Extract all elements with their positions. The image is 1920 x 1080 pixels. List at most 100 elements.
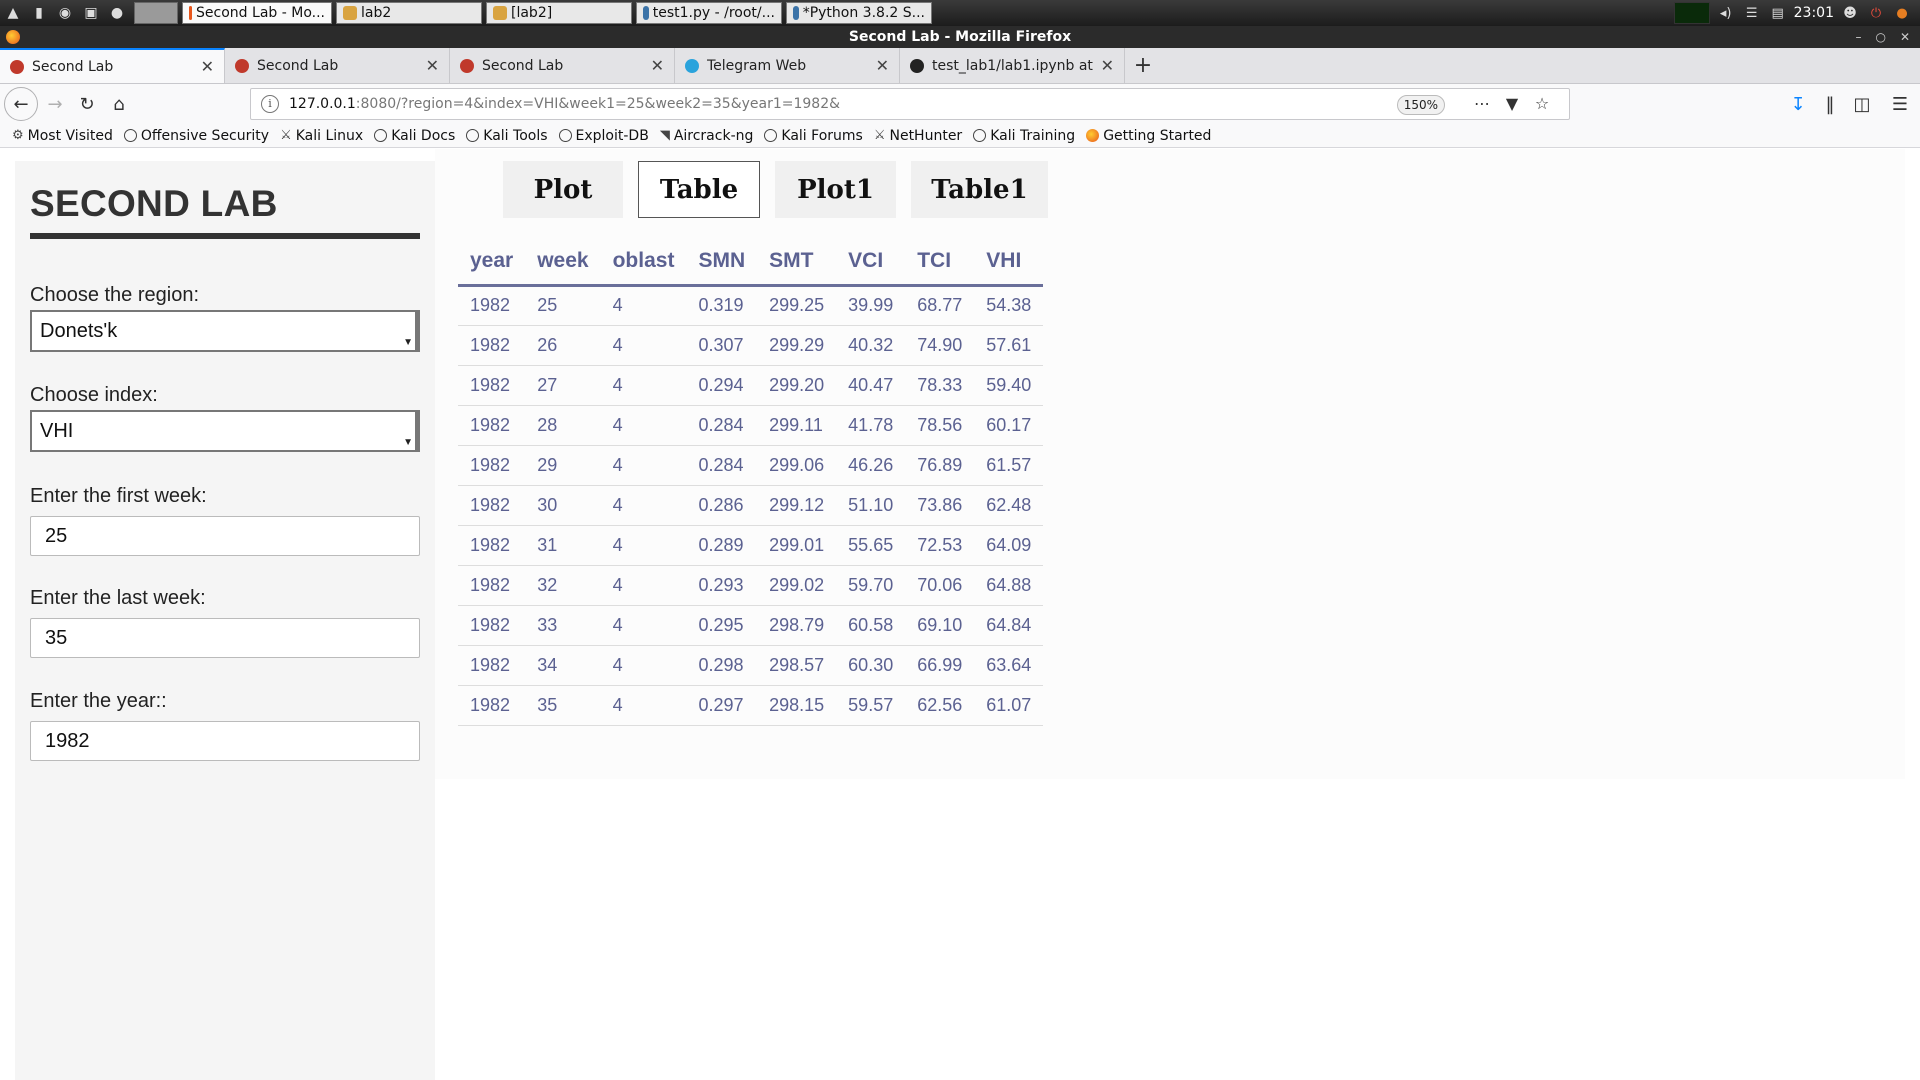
- taskbar-task-label: Second Lab - Mo...: [196, 5, 325, 21]
- table-cell: 74.90: [905, 325, 975, 366]
- taskbar-task[interactable]: test1.py - /root/...: [636, 2, 782, 24]
- taskbar-task-label: lab2: [361, 5, 392, 21]
- tab-table1[interactable]: Table1: [911, 161, 1048, 218]
- clipboard-icon[interactable]: ▤: [1768, 4, 1788, 22]
- table-cell: 299.11: [757, 405, 837, 446]
- network-icon[interactable]: ☰: [1742, 4, 1762, 22]
- bookmark-item[interactable]: Kali Training: [973, 128, 1075, 144]
- bookmark-item[interactable]: Getting Started: [1086, 128, 1211, 144]
- clock[interactable]: 23:01: [1794, 5, 1834, 21]
- table-cell: 4: [600, 645, 687, 686]
- close-tab-icon[interactable]: ✕: [1101, 56, 1114, 75]
- browser-tab[interactable]: Second Lab ✕: [450, 48, 675, 83]
- network-launcher-icon[interactable]: ◉: [52, 2, 78, 24]
- tab-plot1[interactable]: Plot1: [775, 161, 896, 218]
- first-week-input[interactable]: 25: [30, 516, 420, 556]
- browser-tab[interactable]: test_lab1/lab1.ipynb at m ✕: [900, 48, 1125, 83]
- kali-menu-icon[interactable]: ▲: [0, 2, 26, 24]
- home-button[interactable]: ⌂: [104, 89, 134, 119]
- volume-icon[interactable]: ◂): [1716, 4, 1736, 22]
- maximize-icon[interactable]: ○: [1875, 26, 1885, 48]
- bookmark-item[interactable]: Exploit-DB: [558, 128, 649, 144]
- close-tab-icon[interactable]: ✕: [201, 57, 214, 76]
- table-row: 1982 26 4 0.307 299.29 40.32 74.90 57.61: [458, 325, 1044, 366]
- page-actions-icon[interactable]: ⋯: [1471, 93, 1493, 115]
- browser-tab-label: Telegram Web: [707, 57, 807, 74]
- notification-icon[interactable]: ●: [1892, 4, 1912, 22]
- downloads-icon[interactable]: ↧: [1784, 89, 1812, 119]
- site-info-icon[interactable]: i: [261, 95, 279, 113]
- table-cell: 4: [600, 405, 687, 446]
- index-label: Choose index:: [30, 384, 158, 406]
- taskbar-task[interactable]: lab2: [336, 2, 482, 24]
- bookmark-item[interactable]: ⚔ NetHunter: [874, 128, 962, 144]
- taskbar-task[interactable]: Second Lab - Mo...: [182, 2, 332, 24]
- minimize-icon[interactable]: –: [1855, 26, 1861, 48]
- hamburger-menu-icon[interactable]: ☰: [1886, 89, 1914, 119]
- column-header: VHI: [974, 239, 1044, 287]
- table-cell: 298.57: [757, 645, 837, 686]
- table-cell: 60.30: [836, 645, 906, 686]
- close-tab-icon[interactable]: ✕: [426, 56, 439, 75]
- taskbar-task-label: test1.py - /root/...: [652, 5, 775, 21]
- firefox-launcher-icon[interactable]: ●: [104, 2, 130, 24]
- region-select[interactable]: Donets'k ▼: [30, 310, 420, 352]
- bookmark-item[interactable]: ◥ Aircrack-ng: [660, 128, 754, 144]
- back-button[interactable]: ←: [4, 87, 38, 121]
- browser-tab[interactable]: Telegram Web ✕: [675, 48, 900, 83]
- index-selected-value: VHI: [40, 420, 74, 442]
- pocket-icon[interactable]: ▼: [1501, 93, 1523, 115]
- table-cell: 0.307: [686, 325, 758, 366]
- reload-button[interactable]: ↻: [72, 89, 102, 119]
- data-table: year week oblast SMN SMT VCI TCI VHI 1982 25 4 0.3…: [458, 239, 1044, 726]
- tab-table[interactable]: Table: [638, 161, 760, 218]
- column-header: year: [458, 239, 526, 287]
- bookmark-item[interactable]: ⚙ Most Visited: [12, 128, 113, 144]
- bookmark-item[interactable]: ⚔ Kali Linux: [280, 128, 363, 144]
- year-input[interactable]: 1982: [30, 721, 420, 761]
- table-cell: 63.64: [974, 645, 1044, 686]
- table-cell: 39.99: [836, 285, 906, 326]
- close-tab-icon[interactable]: ✕: [876, 56, 889, 75]
- window-titlebar: Second Lab - Mozilla Firefox – ○ ✕: [0, 26, 1920, 48]
- files-launcher-icon[interactable]: ▣: [78, 2, 104, 24]
- bookmark-item[interactable]: Kali Docs: [374, 128, 455, 144]
- library-icon[interactable]: ‖: [1816, 89, 1844, 119]
- table-cell: 29: [525, 445, 601, 486]
- bookmark-item[interactable]: Kali Tools: [466, 128, 548, 144]
- new-tab-button[interactable]: +: [1125, 48, 1161, 83]
- sidebar-toggle-icon[interactable]: ◫: [1848, 89, 1876, 119]
- table-cell: 0.284: [686, 445, 758, 486]
- browser-tab[interactable]: Second Lab ✕: [225, 48, 450, 83]
- close-window-icon[interactable]: ✕: [1900, 26, 1910, 48]
- table-cell: 25: [525, 285, 601, 326]
- column-header: week: [525, 239, 601, 287]
- table-cell: 55.65: [836, 525, 906, 566]
- table-row: 1982 32 4 0.293 299.02 59.70 70.06 64.88: [458, 565, 1044, 606]
- close-tab-icon[interactable]: ✕: [651, 56, 664, 75]
- terminal-launcher-icon[interactable]: ▮: [26, 2, 52, 24]
- firefox-icon: [1086, 129, 1100, 142]
- table-cell: 299.20: [757, 365, 837, 406]
- bookmark-item[interactable]: Kali Forums: [764, 128, 863, 144]
- table-cell: 61.57: [974, 445, 1044, 486]
- last-week-input[interactable]: 35: [30, 618, 420, 658]
- index-select[interactable]: VHI ▼: [30, 410, 420, 452]
- tab-plot[interactable]: Plot: [503, 161, 623, 218]
- power-icon[interactable]: ⏻: [1866, 4, 1886, 22]
- user-icon[interactable]: ☻: [1840, 4, 1860, 22]
- os-taskbar: ▲ ▮ ◉ ▣ ● Second Lab - Mo... lab2 [lab2] te…: [0, 0, 1920, 26]
- table-cell: 60.17: [974, 405, 1044, 446]
- url-bar[interactable]: i 127.0.0.1:8080/?region=4&index=VHI&wee…: [250, 88, 1570, 120]
- taskbar-task[interactable]: [lab2]: [486, 2, 632, 24]
- taskbar-task[interactable]: *Python 3.8.2 S...: [786, 2, 932, 24]
- zoom-level-button[interactable]: 150%: [1396, 95, 1445, 115]
- forward-button[interactable]: →: [40, 89, 70, 119]
- bookmark-item[interactable]: Offensive Security: [123, 128, 269, 144]
- table-cell: 1982: [458, 405, 526, 446]
- bookmark-star-icon[interactable]: ☆: [1531, 93, 1553, 115]
- table-cell: 40.32: [836, 325, 906, 366]
- table-cell: 33: [525, 605, 601, 646]
- browser-tab[interactable]: Second Lab ✕: [0, 48, 225, 83]
- table-cell: 4: [600, 325, 687, 366]
